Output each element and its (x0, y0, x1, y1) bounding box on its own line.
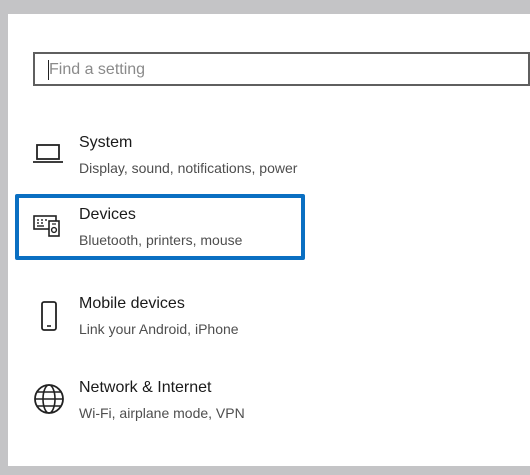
settings-item-description: Link your Android, iPhone (79, 321, 239, 337)
laptop-icon (33, 144, 63, 163)
settings-item-devices[interactable]: Devices Bluetooth, printers, mouse (15, 194, 305, 260)
settings-item-description: Display, sound, notifications, power (79, 160, 298, 176)
search-box[interactable] (33, 52, 530, 86)
settings-item-title: Mobile devices (79, 295, 185, 312)
settings-item-network-internet[interactable]: Network & Internet Wi-Fi, airplane mode,… (15, 372, 305, 438)
globe-icon (34, 384, 64, 414)
settings-item-title: Devices (79, 206, 136, 223)
settings-panel: System Display, sound, notifications, po… (8, 14, 530, 466)
phone-icon (41, 301, 57, 331)
settings-item-system[interactable]: System Display, sound, notifications, po… (15, 122, 305, 188)
settings-item-title: Network & Internet (79, 379, 212, 396)
settings-item-description: Wi-Fi, airplane mode, VPN (79, 405, 245, 421)
devices-icon (33, 215, 60, 237)
window-frame: System Display, sound, notifications, po… (0, 0, 530, 475)
settings-item-title: System (79, 134, 133, 151)
search-input[interactable] (49, 58, 509, 82)
settings-item-mobile-devices[interactable]: Mobile devices Link your Android, iPhone (15, 288, 305, 354)
settings-item-description: Bluetooth, printers, mouse (79, 232, 243, 248)
